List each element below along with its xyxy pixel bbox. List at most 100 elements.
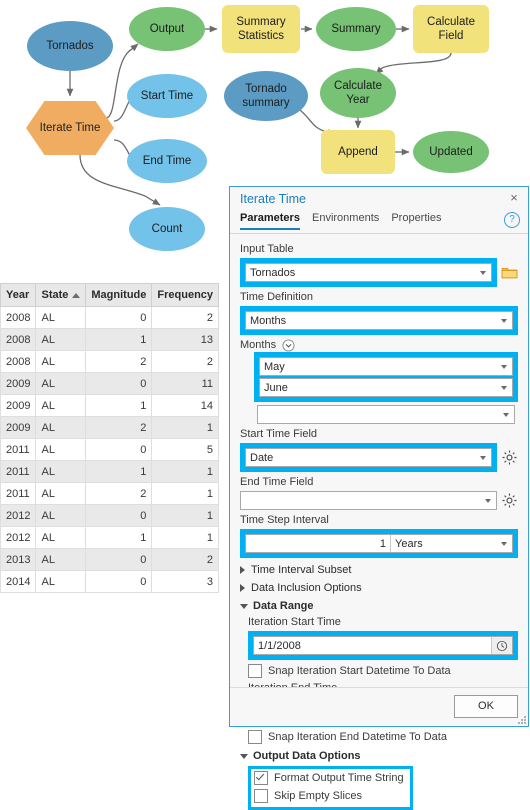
cell-year: 2009 [0,372,37,395]
table-row[interactable]: 2009 AL 2 1 [0,416,220,439]
table-row[interactable]: 2014 AL 0 3 [0,570,220,593]
section-data-range-label: Data Range [253,600,314,612]
skip-empty-slices-label: Skip Empty Slices [274,790,363,802]
resize-grip[interactable] [517,715,526,724]
cell-state: AL [35,438,87,461]
node-label: Count [152,223,183,235]
month-value-1: May [264,360,285,373]
table-row[interactable]: 2011 AL 2 1 [0,482,220,505]
column-header-year[interactable]: Year [0,283,37,307]
time-step-interval-unit-combobox[interactable]: Years [391,538,512,550]
node-label: Append [338,146,378,158]
months-label-row: Months [240,339,518,352]
time-step-interval-value[interactable]: 1 [246,535,391,552]
model-node-count[interactable]: Count [129,207,205,251]
panel-footer: OK [230,687,528,726]
time-step-interval-highlight: 1 Years [240,529,518,558]
column-header-magnitude[interactable]: Magnitude [85,283,153,307]
section-time-interval-subset[interactable]: Time Interval Subset [240,564,518,576]
start-time-field-combobox[interactable]: Date [245,448,492,467]
month-combobox-2[interactable]: June [259,378,513,397]
cell-frequency: 14 [151,394,220,417]
month-combobox-1[interactable]: May [259,357,513,376]
tab-parameters[interactable]: Parameters [240,211,300,230]
table-row[interactable]: 2009 AL 1 14 [0,394,220,417]
cell-state: AL [35,482,87,505]
model-node-end_time[interactable]: End Time [127,139,207,183]
section-data-inclusion-options[interactable]: Data Inclusion Options [240,582,518,594]
iteration-start-time-label: Iteration Start Time [248,616,341,628]
months-highlight: May June [254,352,518,402]
cell-year: 2011 [0,460,37,483]
table-row[interactable]: 2012 AL 1 1 [0,526,220,549]
model-node-append[interactable]: Append [321,130,395,174]
model-node-tornado_summary[interactable]: Tornado summary [224,71,308,121]
clock-icon[interactable] [491,637,512,654]
snap-end-row[interactable]: Snap Iteration End Datetime To Data [248,730,518,744]
tab-environments[interactable]: Environments [312,211,379,228]
cell-year: 2008 [0,306,37,329]
table-row[interactable]: 2013 AL 0 2 [0,548,220,571]
format-output-time-string-row[interactable]: Format Output Time String [254,771,404,785]
table-row[interactable]: 2009 AL 0 11 [0,372,220,395]
table-row[interactable]: 2012 AL 0 1 [0,504,220,527]
section-data-range[interactable]: Data Range [240,600,518,612]
chevron-down-circle-icon[interactable] [282,339,295,352]
section-output-data-options-label: Output Data Options [253,750,361,762]
node-shape [320,68,396,118]
format-output-time-string-checkbox[interactable] [254,771,268,785]
section-output-data-options[interactable]: Output Data Options [240,750,518,762]
skip-empty-slices-row[interactable]: Skip Empty Slices [254,789,404,803]
iteration-start-time-row: 1/1/2008 [248,631,518,660]
model-node-output[interactable]: Output [129,7,205,51]
table-row[interactable]: 2011 AL 0 5 [0,438,220,461]
snap-start-row[interactable]: Snap Iteration Start Datetime To Data [248,664,518,678]
start-time-field-value: Date [250,451,274,464]
gear-icon[interactable] [501,449,518,466]
cell-frequency: 2 [151,306,220,329]
input-table-combobox[interactable]: Tornados [245,263,492,282]
time-step-interval-row: 1 Years [240,529,518,558]
cell-year: 2012 [0,526,37,549]
model-node-summary_statistics[interactable]: Summary Statistics [222,5,300,53]
column-header-frequency[interactable]: Frequency [151,283,220,307]
help-icon[interactable]: ? [504,212,520,228]
table-row[interactable]: 2008 AL 2 2 [0,350,220,373]
node-label: Iterate Time [40,122,101,134]
model-node-start_time[interactable]: Start Time [127,74,207,118]
month-combobox-3[interactable] [257,405,515,424]
model-node-calculate_field[interactable]: Calculate Field [413,5,489,53]
cell-magnitude: 0 [85,306,153,329]
table-row[interactable]: 2011 AL 1 1 [0,460,220,483]
format-output-time-string-label: Format Output Time String [274,772,404,784]
snap-end-checkbox[interactable] [248,730,262,744]
table-header: Year State Magnitude Frequency [0,283,220,307]
folder-icon[interactable] [501,264,518,281]
snap-end-label: Snap Iteration End Datetime To Data [268,731,447,743]
node-label: Tornados [46,40,94,52]
time-definition-combobox[interactable]: Months [245,311,513,330]
model-node-updated[interactable]: Updated [413,131,489,173]
time-definition-value: Months [250,314,287,327]
model-node-iterate_time[interactable]: Iterate Time [26,101,114,155]
tab-properties[interactable]: Properties [391,211,441,228]
gear-icon[interactable] [501,492,518,509]
snap-start-checkbox[interactable] [248,664,262,678]
close-icon[interactable]: × [507,191,521,205]
iteration-start-time-field[interactable]: 1/1/2008 [253,636,513,655]
cell-magnitude: 2 [85,416,153,439]
table-header-row: Year State Magnitude Frequency [0,283,220,307]
column-header-state[interactable]: State [35,283,87,307]
table-row[interactable]: 2008 AL 0 2 [0,306,220,329]
model-node-tornados[interactable]: Tornados [27,21,113,71]
skip-empty-slices-checkbox[interactable] [254,789,268,803]
cell-frequency: 3 [151,570,220,593]
ok-button[interactable]: OK [454,695,518,718]
end-time-field-combobox[interactable] [240,491,497,510]
cell-state: AL [35,416,87,439]
table-row[interactable]: 2008 AL 1 13 [0,328,220,351]
model-node-summary[interactable]: Summary [316,7,396,51]
model-node-calculate_year[interactable]: Calculate Year [320,68,396,118]
node-label: Output [150,23,185,35]
end-time-field-label: End Time Field [240,476,314,488]
